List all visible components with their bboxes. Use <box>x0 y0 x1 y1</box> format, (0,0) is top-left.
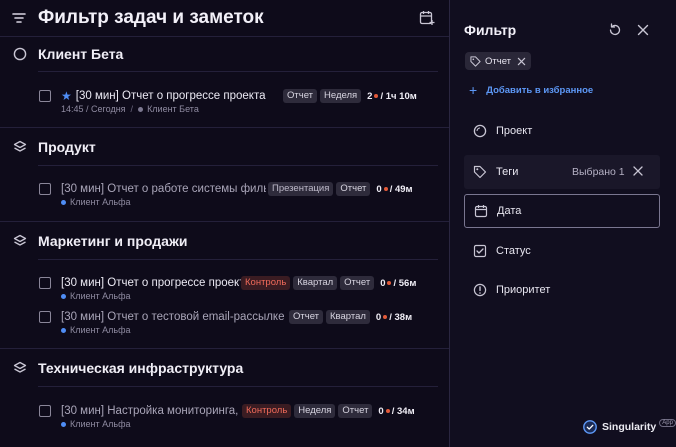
task-title: [30 мин] Отчет о прогрессе проекта <box>75 90 266 102</box>
page-title: Фильтр задач и заметок <box>38 7 264 28</box>
singularity-logo-icon <box>583 420 597 434</box>
divider <box>38 259 438 260</box>
tag[interactable]: Отчет <box>338 404 373 418</box>
star-icon: ★ <box>61 89 72 103</box>
task-title: [30 мин] Отчет о прогрессе проекта <box>61 277 251 289</box>
task-counter: 0 / 34м <box>378 405 415 417</box>
layers-icon <box>13 234 27 246</box>
group-title: Маркетинг и продажи <box>38 233 188 249</box>
circle-icon <box>473 124 487 138</box>
task-counter: 0 / 49м <box>376 183 413 195</box>
group-title: Клиент Бета <box>38 46 124 62</box>
menu-icon[interactable] <box>12 11 26 25</box>
tag[interactable]: Квартал <box>293 276 338 290</box>
chip-label: Отчет <box>485 55 512 67</box>
group-title: Продукт <box>38 139 96 155</box>
filter-row-priority[interactable]: Приоритет <box>464 273 660 307</box>
divider <box>38 71 438 72</box>
task-checkbox[interactable] <box>39 90 51 102</box>
task-meta: 14:45 / Сегодня / Клиент Бета <box>61 104 199 114</box>
divider <box>38 386 438 387</box>
divider <box>0 221 449 222</box>
group-title: Техническая инфраструктура <box>38 360 244 376</box>
alert-circle-icon <box>473 283 487 297</box>
tag[interactable]: Контроль <box>241 276 291 290</box>
filter-row-tags[interactable]: Теги Выбрано 1 <box>464 155 660 189</box>
tag[interactable]: Презентация <box>268 182 334 196</box>
task-meta: Клиент Альфа <box>61 291 130 301</box>
brand-logo: Singularity App <box>583 419 676 434</box>
plus-icon: + <box>469 82 478 98</box>
layers-icon <box>13 140 27 152</box>
task-row[interactable]: [30 мин] Настройка мониторинга, не Контр… <box>0 402 449 432</box>
check-square-icon <box>473 244 487 258</box>
filter-panel: Фильтр Отчет + Добавить в избранное Прое… <box>449 0 676 447</box>
tag[interactable]: Отчет <box>336 182 371 196</box>
layers-icon <box>13 361 27 373</box>
close-icon[interactable] <box>632 165 644 177</box>
task-checkbox[interactable] <box>39 311 51 323</box>
tag[interactable]: Контроль <box>242 404 292 418</box>
tag-icon <box>473 165 487 179</box>
divider <box>0 127 449 128</box>
group-header[interactable]: Маркетинг и продажи <box>0 229 449 253</box>
divider <box>0 348 449 349</box>
active-filter-chip[interactable]: Отчет <box>465 52 532 70</box>
tag[interactable]: Отчет <box>283 89 318 103</box>
task-checkbox[interactable] <box>39 183 51 195</box>
task-row[interactable]: ★ [30 мин] Отчет о прогрессе проекта Отч… <box>0 87 449 117</box>
filter-row-project[interactable]: Проект <box>464 114 660 148</box>
filter-row-date[interactable]: Дата <box>464 194 660 228</box>
task-title: [30 мин] Настройка мониторинга, не <box>61 405 239 417</box>
group-header[interactable]: Продукт <box>0 135 449 159</box>
task-meta: Клиент Альфа <box>61 419 130 429</box>
task-counter: 0 / 56м <box>380 277 417 289</box>
divider <box>0 36 449 37</box>
task-row[interactable]: [30 мин] Отчет о работе системы фильтров… <box>0 180 449 210</box>
reset-icon[interactable] <box>608 23 622 37</box>
task-counter: 2 / 1ч 10м <box>367 90 417 102</box>
filter-value: Выбрано 1 <box>572 166 625 178</box>
close-icon[interactable] <box>636 23 650 37</box>
task-row[interactable]: [30 мин] Отчет о тестовой email-рассылке… <box>0 308 449 338</box>
header: Фильтр задач и заметок <box>0 0 449 36</box>
add-favorite-button[interactable]: + Добавить в избранное <box>469 82 593 98</box>
divider <box>38 165 438 166</box>
task-counter: 0 / 38м <box>375 311 413 323</box>
tag[interactable]: Квартал <box>326 310 370 324</box>
task-checkbox[interactable] <box>39 405 51 417</box>
task-meta: Клиент Альфа <box>61 325 130 335</box>
filter-row-status[interactable]: Статус <box>464 234 660 268</box>
task-list-panel: Фильтр задач и заметок Клиент Бета ★ [30… <box>0 0 449 447</box>
task-checkbox[interactable] <box>39 277 51 289</box>
task-meta: Клиент Альфа <box>61 197 130 207</box>
tag[interactable]: Неделя <box>320 89 362 103</box>
task-title: [30 мин] Отчет о тестовой email-рассылке <box>61 311 285 323</box>
tag[interactable]: Отчет <box>340 276 375 290</box>
task-title: [30 мин] Отчет о работе системы фильтров <box>61 183 266 195</box>
task-row[interactable]: [30 мин] Отчет о прогрессе проекта Контр… <box>0 274 449 304</box>
group-header[interactable]: Клиент Бета <box>0 42 449 66</box>
calendar-icon <box>474 205 488 218</box>
calendar-plus-icon[interactable] <box>419 10 435 26</box>
tag-icon <box>470 55 481 67</box>
close-icon[interactable] <box>517 57 526 66</box>
group-header[interactable]: Техническая инфраструктура <box>0 356 449 380</box>
filter-title: Фильтр <box>464 22 517 38</box>
circle-icon <box>13 47 27 61</box>
tag[interactable]: Отчет <box>289 310 324 324</box>
tag[interactable]: Неделя <box>294 404 336 418</box>
